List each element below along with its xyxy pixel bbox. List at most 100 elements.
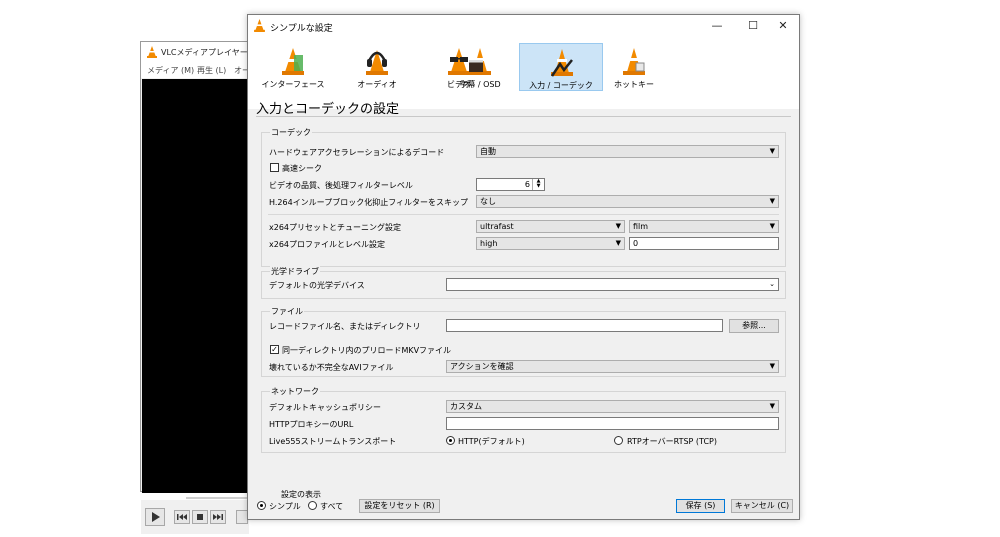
x264-profile-label: x264プロファイルとレベル設定 [269, 240, 386, 249]
x264-profile-select[interactable]: high ▼ [476, 237, 625, 250]
vlc-controls [141, 500, 249, 534]
vlc-titlebar[interactable]: VLCメディアプレイヤー [141, 42, 249, 62]
codec-group-label: コーデック [270, 127, 312, 138]
menu-media[interactable]: メディア (M) [147, 65, 194, 76]
vlc-main-window: VLCメディアプレイヤー メディア (M) 再生 (L) オー --:-- [140, 41, 250, 534]
stop-button[interactable] [192, 510, 208, 524]
next-button[interactable] [210, 510, 226, 524]
optical-device-label: デフォルトの光学デバイス [269, 281, 365, 290]
close-button[interactable]: ✕ [765, 15, 801, 37]
network-group-label: ネットワーク [270, 386, 320, 397]
files-group-label: ファイル [270, 306, 304, 317]
tab-interface-label: インターフェース [261, 80, 325, 89]
tab-subtitles-label: 字幕 / OSD [459, 80, 501, 89]
optical-device-select[interactable]: ⌄ [446, 278, 779, 291]
http-proxy-input[interactable] [446, 417, 779, 430]
tab-subtitles[interactable]: 字幕 / OSD [438, 43, 522, 91]
avi-repair-select[interactable]: アクションを確認 ▼ [446, 360, 779, 373]
dropdown-arrow-icon: ▼ [769, 222, 775, 230]
optical-drive-group-label: 光学ドライブ [270, 266, 320, 277]
save-button[interactable]: 保存 (S) [676, 499, 725, 513]
stop-icon [197, 514, 203, 520]
play-icon [152, 512, 160, 522]
h264-skip-select[interactable]: なし ▼ [476, 195, 779, 208]
x264-profile-value: high [480, 239, 498, 248]
x264-preset-label: x264プリセットとチューニング設定 [269, 223, 402, 232]
interface-cone-icon [282, 48, 304, 75]
vlc-cone-icon [254, 19, 265, 32]
dropdown-arrow-icon: ▼ [769, 402, 775, 410]
hw-decoding-label: ハードウェアアクセラレーションによるデコード [269, 148, 445, 157]
transport-http-label: HTTP(デフォルト) [458, 437, 525, 446]
x264-tune-select[interactable]: film ▼ [629, 220, 779, 233]
codec-divider [268, 214, 779, 215]
show-simple-radio[interactable] [257, 501, 266, 510]
play-button[interactable] [145, 508, 165, 526]
live555-transport-label: Live555ストリームトランスポート [269, 437, 397, 446]
dropdown-arrow-icon: ▼ [615, 222, 621, 230]
h264-skip-value: なし [480, 197, 496, 206]
input-codec-icon [550, 49, 573, 77]
cancel-button[interactable]: キャンセル (C) [731, 499, 793, 513]
postproc-value: 6 [524, 180, 530, 189]
show-all-radio[interactable] [308, 501, 317, 510]
hw-decoding-select[interactable]: 自動 ▼ [476, 145, 779, 158]
x264-preset-value: ultrafast [480, 222, 514, 231]
cache-policy-label: デフォルトキャッシュポリシー [269, 403, 381, 412]
vlc-menubar: メディア (M) 再生 (L) オー [141, 62, 250, 78]
video-area[interactable] [142, 79, 249, 493]
previous-button[interactable] [174, 510, 190, 524]
postproc-spinbox[interactable]: 6 ▲ ▼ [476, 178, 545, 191]
show-all-label: すべて [320, 502, 344, 511]
browse-button[interactable]: 参照... [729, 319, 779, 333]
reset-preferences-button[interactable]: 設定をリセット (R) [359, 499, 440, 513]
x264-level-input[interactable]: 0 [629, 237, 779, 250]
tab-audio-label: オーディオ [357, 80, 397, 89]
cache-policy-select[interactable]: カスタム ▼ [446, 400, 779, 413]
tab-interface[interactable]: インターフェース [251, 43, 335, 91]
h264-skip-label: H.264インループブロック化抑止フィルターをスキップ [269, 198, 469, 207]
tab-audio[interactable]: オーディオ [335, 43, 419, 91]
chevron-down-icon: ⌄ [769, 280, 775, 288]
http-proxy-label: HTTPプロキシーのURL [269, 420, 354, 429]
fast-seek-checkbox[interactable] [270, 163, 279, 172]
preload-mkv-label: 同一ディレクトリ内のプリロードMKVファイル [282, 346, 452, 355]
dropdown-arrow-icon: ▼ [769, 197, 775, 205]
avi-repair-value: アクションを確認 [450, 362, 514, 371]
title-divider [256, 116, 791, 117]
tab-hotkeys[interactable]: ホットキー [592, 43, 676, 91]
preload-mkv-checkbox[interactable]: ✓ [270, 345, 279, 354]
avi-repair-label: 壊れているか不完全なAVIファイル [269, 363, 394, 372]
previous-icon [177, 514, 187, 520]
transport-rtsp-radio[interactable] [614, 436, 623, 445]
menu-playback[interactable]: 再生 (L) [197, 65, 226, 76]
preferences-dialog: シンプルな設定 — ☐ ✕ インターフェース オーディオ ビデオ 字幕 / OS… [247, 14, 800, 520]
dialog-titlebar[interactable]: シンプルな設定 — ☐ ✕ [248, 15, 799, 37]
subtitles-clapper-icon [469, 48, 491, 75]
hw-decoding-value: 自動 [480, 147, 496, 156]
dropdown-arrow-icon: ▼ [615, 239, 621, 247]
transport-http-radio[interactable] [446, 436, 455, 445]
spin-arrows-icon[interactable]: ▲ ▼ [532, 179, 544, 190]
page-title: 入力とコーデックの設定 [256, 102, 400, 117]
x264-tune-value: film [633, 222, 649, 231]
record-dir-input[interactable] [446, 319, 723, 332]
x264-preset-select[interactable]: ultrafast ▼ [476, 220, 625, 233]
next-icon [213, 514, 223, 520]
tab-input-codecs-label: 入力 / コーデック [529, 81, 593, 90]
vlc-cone-icon [147, 46, 157, 58]
cache-policy-value: カスタム [450, 402, 482, 411]
audio-headphones-icon [366, 50, 388, 75]
hotkeys-icon [623, 48, 645, 75]
dropdown-arrow-icon: ▼ [769, 362, 775, 370]
tab-input-codecs[interactable]: 入力 / コーデック [519, 43, 603, 91]
postproc-label: ビデオの品質、後処理フィルターレベル [269, 181, 413, 190]
fast-seek-label: 高速シーク [282, 164, 322, 173]
show-settings-label: 設定の表示 [281, 490, 321, 499]
vlc-window-title: VLCメディアプレイヤー [161, 48, 248, 57]
tab-hotkeys-label: ホットキー [614, 80, 654, 89]
dialog-title: シンプルな設定 [270, 24, 333, 34]
record-dir-label: レコードファイル名、またはディレクトリ [269, 322, 421, 331]
show-simple-label: シンプル [269, 502, 301, 511]
minimize-button[interactable]: — [699, 15, 735, 37]
